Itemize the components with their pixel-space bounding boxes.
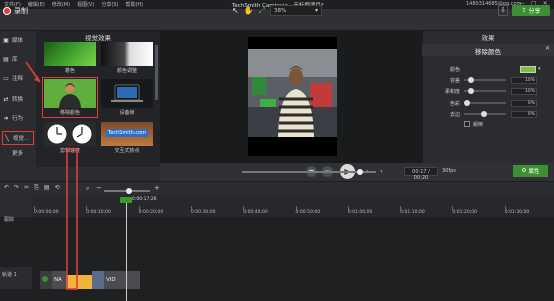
drag-highlight-box (66, 148, 78, 290)
annotation-arrows (25, 61, 78, 290)
